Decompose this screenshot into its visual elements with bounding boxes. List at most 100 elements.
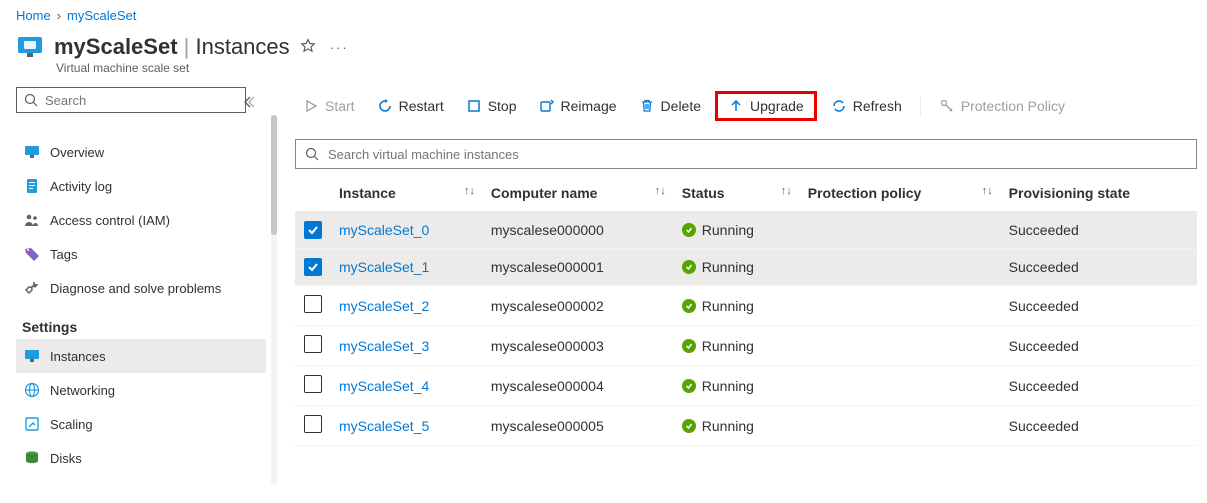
row-checkbox[interactable] <box>304 335 322 353</box>
upgrade-button[interactable]: Upgrade <box>720 94 812 118</box>
sidebar-item-tags[interactable]: Tags <box>16 237 266 271</box>
instance-link[interactable]: myScaleSet_1 <box>339 259 429 275</box>
sidebar-search[interactable] <box>16 87 246 113</box>
sort-icon[interactable]: ↑↓ <box>982 185 993 197</box>
table-row[interactable]: myScaleSet_3 myscalese000003 Running Succee… <box>295 326 1197 366</box>
protection-cell <box>800 249 1001 286</box>
sidebar-item-overview[interactable]: Overview <box>16 135 266 169</box>
status-cell: Running <box>682 338 792 354</box>
sidebar-item-label: Activity log <box>50 179 112 194</box>
instance-search[interactable] <box>295 139 1197 169</box>
sidebar-item-instances[interactable]: Instances <box>16 339 266 373</box>
table-row[interactable]: myScaleSet_2myscalese000002RunningSuccee… <box>295 286 1197 326</box>
sidebar-item-label: Overview <box>50 145 104 160</box>
sidebar-item-access-control[interactable]: Access control (IAM) <box>16 203 266 237</box>
table-row[interactable]: myScaleSet_4 myscalese000004 Running Succee… <box>295 366 1197 406</box>
title-resource: myScaleSet <box>54 34 178 59</box>
refresh-button[interactable]: Refresh <box>823 94 910 118</box>
sort-icon[interactable]: ↑↓ <box>464 185 475 197</box>
sidebar-item-diagnose[interactable]: Diagnose and solve problems <box>16 271 266 305</box>
stop-button[interactable]: Stop <box>458 94 525 118</box>
sidebar-item-label: Instances <box>50 349 106 364</box>
instance-link[interactable]: myScaleSet_5 <box>339 418 429 434</box>
row-checkbox[interactable] <box>304 375 322 393</box>
scrollbar-thumb[interactable] <box>271 115 277 235</box>
sidebar-item-networking[interactable]: Networking <box>16 373 266 407</box>
breadcrumb-resource[interactable]: myScaleSet <box>67 8 136 23</box>
row-checkbox[interactable] <box>304 221 322 239</box>
sidebar-section-settings: Settings <box>22 319 266 335</box>
row-checkbox[interactable] <box>304 415 322 433</box>
sidebar-search-input[interactable] <box>45 93 239 108</box>
col-computer[interactable]: Computer name↑↓ <box>483 175 674 212</box>
status-cell: Running <box>682 298 792 314</box>
status-success-icon <box>682 419 696 433</box>
row-checkbox[interactable] <box>304 258 322 276</box>
instance-link[interactable]: myScaleSet_0 <box>339 222 429 238</box>
play-icon <box>303 98 319 114</box>
sidebar-item-label: Diagnose and solve problems <box>50 281 221 296</box>
button-label: Start <box>325 98 355 114</box>
provisioning-cell: Succeeded <box>1001 212 1197 249</box>
instance-link[interactable]: myScaleSet_4 <box>339 378 429 394</box>
col-protection[interactable]: Protection policy↑↓ <box>800 175 1001 212</box>
button-label: Delete <box>661 98 701 114</box>
log-icon <box>24 178 40 194</box>
table-row[interactable]: myScaleSet_5myscalese000005RunningSuccee… <box>295 406 1197 446</box>
status-cell: Running <box>682 259 792 275</box>
sidebar-item-disks[interactable]: Disks <box>16 441 266 475</box>
computer-name: myscalese000002 <box>483 286 674 326</box>
status-success-icon <box>682 299 696 313</box>
chevron-right-icon: › <box>57 8 61 23</box>
instance-link[interactable]: myScaleSet_3 <box>339 338 429 354</box>
computer-name: myscalese000004 <box>483 366 674 406</box>
restart-icon <box>377 98 393 114</box>
sidebar-scrollbar[interactable] <box>271 115 277 485</box>
people-icon <box>24 212 40 228</box>
computer-name: myscalese000003 <box>483 326 674 366</box>
sidebar-item-scaling[interactable]: Scaling <box>16 407 266 441</box>
provisioning-cell: Succeeded <box>1001 249 1197 286</box>
sort-icon[interactable]: ↑↓ <box>781 185 792 197</box>
delete-button[interactable]: Delete <box>631 94 709 118</box>
sidebar-nav: Overview Activity log Access control (IA… <box>16 135 266 475</box>
col-status[interactable]: Status↑↓ <box>674 175 800 212</box>
disk-icon <box>24 450 40 466</box>
sidebar-item-activity-log[interactable]: Activity log <box>16 169 266 203</box>
status-cell: Running <box>682 378 792 394</box>
computer-name: myscalese000000 <box>483 212 674 249</box>
reimage-button[interactable]: Reimage <box>531 94 625 118</box>
more-icon[interactable]: ··· <box>330 40 349 55</box>
sidebar-item-label: Disks <box>50 451 82 466</box>
protection-cell <box>800 286 1001 326</box>
provisioning-cell: Succeeded <box>1001 366 1197 406</box>
command-bar: Start Restart Stop Reimage Delete <box>295 87 1197 125</box>
instance-link[interactable]: myScaleSet_2 <box>339 298 429 314</box>
protection-policy-button[interactable]: Protection Policy <box>931 94 1073 118</box>
search-icon <box>23 92 39 108</box>
page-title: myScaleSet | Instances <box>54 34 290 60</box>
monitor-icon <box>24 348 40 364</box>
provisioning-cell: Succeeded <box>1001 326 1197 366</box>
col-provisioning[interactable]: Provisioning state <box>1001 175 1197 212</box>
upgrade-highlight: Upgrade <box>715 91 817 121</box>
toolbar-separator <box>920 96 921 116</box>
instance-search-input[interactable] <box>328 147 1188 162</box>
computer-name: myscalese000001 <box>483 249 674 286</box>
row-checkbox[interactable] <box>304 295 322 313</box>
status-success-icon <box>682 379 696 393</box>
vmss-icon <box>16 33 44 61</box>
tag-icon <box>24 246 40 262</box>
favorite-star-icon[interactable] <box>300 38 316 57</box>
sort-icon[interactable]: ↑↓ <box>655 185 666 197</box>
wrench-icon <box>24 280 40 296</box>
search-icon <box>304 146 320 162</box>
table-row[interactable]: myScaleSet_1 myscalese000001 Running Succee… <box>295 249 1197 286</box>
breadcrumb-home[interactable]: Home <box>16 8 51 23</box>
resource-subtitle: Virtual machine scale set <box>0 61 1207 75</box>
restart-button[interactable]: Restart <box>369 94 452 118</box>
collapse-sidebar-icon[interactable] <box>241 95 255 112</box>
table-row[interactable]: myScaleSet_0myscalese000000RunningSuccee… <box>295 212 1197 249</box>
start-button[interactable]: Start <box>295 94 363 118</box>
col-instance[interactable]: Instance↑↓ <box>331 175 483 212</box>
